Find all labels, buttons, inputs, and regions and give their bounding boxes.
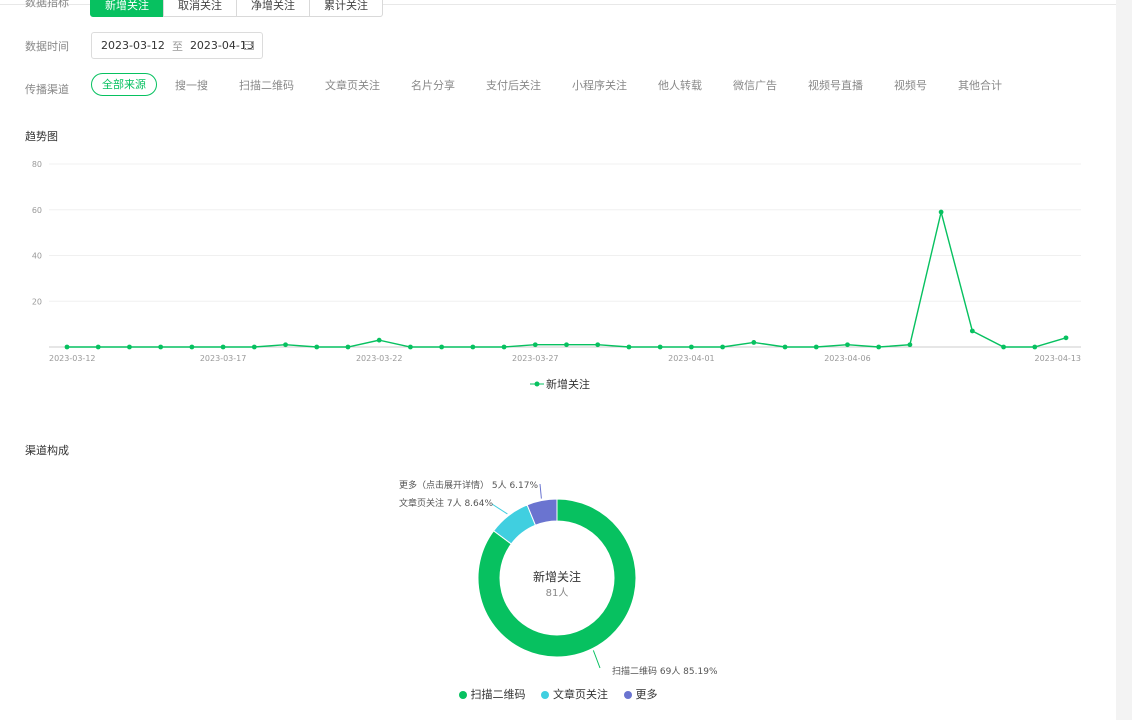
data-point bbox=[127, 344, 132, 350]
date-label: 数据时间 bbox=[25, 40, 69, 53]
x-tick-label: 2023-04-06 bbox=[824, 354, 871, 363]
data-point bbox=[64, 344, 70, 350]
x-tick-label: 2023-03-17 bbox=[200, 354, 247, 363]
channel-chip[interactable]: 视频号直播 bbox=[808, 77, 863, 93]
data-point bbox=[158, 344, 164, 350]
tab-new-follow[interactable]: 新增关注 bbox=[90, 0, 164, 17]
tab-total-follow[interactable]: 累计关注 bbox=[309, 0, 383, 17]
data-point bbox=[251, 344, 257, 350]
pie-label-qrcode[interactable]: 扫描二维码 69人 85.19% bbox=[612, 664, 718, 677]
data-point bbox=[969, 328, 975, 334]
legend-dot-icon bbox=[541, 691, 549, 699]
channel-label: 传播渠道 bbox=[25, 83, 69, 96]
y-tick-label: 80 bbox=[32, 160, 42, 169]
metric-tabs: 新增关注 取消关注 净增关注 累计关注 bbox=[90, 0, 383, 17]
channel-chip[interactable]: 支付后关注 bbox=[486, 77, 541, 93]
trend-legend[interactable]: 新增关注 bbox=[530, 376, 590, 392]
channel-filter: 全部来源 搜一搜 扫描二维码 文章页关注 名片分享 支付后关注 小程序关注 他人… bbox=[91, 73, 1033, 96]
data-point bbox=[938, 209, 944, 215]
channel-chip[interactable]: 视频号 bbox=[894, 77, 927, 93]
donut-legend: 扫描二维码 文章页关注 更多 bbox=[0, 686, 1116, 702]
channel-chip[interactable]: 搜一搜 bbox=[175, 77, 208, 93]
channel-title: 渠道构成 bbox=[25, 444, 69, 457]
data-point bbox=[95, 344, 101, 350]
data-point bbox=[626, 344, 632, 350]
x-tick-label: 2023-03-12 bbox=[49, 354, 96, 363]
data-point bbox=[314, 344, 320, 350]
date-range-picker[interactable]: 2023-03-12 至 2023-04-13 bbox=[91, 32, 263, 59]
leader-line bbox=[491, 503, 508, 515]
y-tick-label: 20 bbox=[32, 297, 42, 306]
channel-chip[interactable]: 小程序关注 bbox=[572, 77, 627, 93]
data-point bbox=[564, 342, 569, 348]
data-point bbox=[501, 344, 507, 350]
leader-line bbox=[539, 483, 542, 499]
channel-chip[interactable]: 文章页关注 bbox=[325, 77, 380, 93]
y-tick-label: 60 bbox=[32, 206, 42, 215]
legend-line-icon bbox=[530, 381, 544, 387]
leader-line bbox=[592, 650, 601, 669]
data-point bbox=[220, 344, 226, 350]
date-separator: 至 bbox=[171, 39, 183, 53]
tab-unfollow[interactable]: 取消关注 bbox=[163, 0, 237, 17]
data-point bbox=[876, 344, 882, 350]
pie-label-article[interactable]: 文章页关注 7人 8.64% bbox=[399, 496, 493, 509]
data-point bbox=[907, 342, 913, 348]
data-point bbox=[189, 344, 195, 350]
x-tick-label: 2023-03-22 bbox=[356, 354, 403, 363]
data-point bbox=[376, 337, 382, 343]
scrollbar-track[interactable] bbox=[1116, 0, 1132, 720]
tab-net-follow[interactable]: 净增关注 bbox=[236, 0, 310, 17]
trend-legend-label: 新增关注 bbox=[546, 378, 590, 391]
legend-label: 扫描二维码 bbox=[470, 688, 526, 701]
legend-item-qrcode[interactable]: 扫描二维码 bbox=[458, 688, 526, 701]
y-tick-label: 40 bbox=[32, 252, 42, 261]
data-point bbox=[470, 344, 476, 350]
channel-chip-all[interactable]: 全部来源 bbox=[91, 73, 157, 96]
data-point bbox=[688, 344, 694, 350]
x-tick-label: 2023-04-13 bbox=[1035, 354, 1082, 363]
channel-chip[interactable]: 微信广告 bbox=[733, 77, 777, 93]
data-point bbox=[751, 340, 757, 345]
pie-label-more[interactable]: 更多（点击展开详情） 5人 6.17% bbox=[399, 478, 538, 491]
data-point bbox=[1063, 335, 1069, 341]
data-point bbox=[1001, 344, 1006, 350]
channel-chip[interactable]: 名片分享 bbox=[411, 77, 455, 93]
data-point bbox=[1032, 344, 1038, 350]
channel-chip[interactable]: 他人转载 bbox=[658, 77, 702, 93]
legend-item-article[interactable]: 文章页关注 bbox=[541, 688, 608, 701]
legend-item-more[interactable]: 更多 bbox=[623, 688, 658, 701]
data-point bbox=[439, 344, 445, 350]
legend-dot-icon bbox=[458, 691, 467, 699]
channel-chip[interactable]: 其他合计 bbox=[958, 77, 1002, 93]
data-point bbox=[532, 342, 538, 348]
trend-chart: 20 40 60 80 2023-03-12 2023-03-17 2023-03-22 20… bbox=[32, 160, 1082, 363]
data-point bbox=[408, 344, 413, 350]
data-point bbox=[595, 342, 601, 348]
data-point bbox=[345, 344, 351, 350]
metric-label: 数据指标 bbox=[25, 0, 69, 9]
legend-label: 更多 bbox=[635, 688, 658, 701]
donut-center-title: 新增关注 bbox=[532, 570, 581, 584]
data-point bbox=[845, 342, 850, 348]
donut-center-total: 81人 bbox=[545, 588, 569, 599]
x-tick-label: 2023-04-01 bbox=[668, 354, 715, 363]
legend-label: 文章页关注 bbox=[553, 688, 608, 701]
data-point bbox=[782, 344, 788, 350]
data-point bbox=[813, 344, 819, 350]
legend-dot-icon bbox=[623, 691, 632, 699]
data-point bbox=[720, 344, 725, 350]
calendar-icon[interactable] bbox=[244, 41, 254, 50]
channel-chip[interactable]: 扫描二维码 bbox=[239, 77, 294, 93]
data-point bbox=[657, 344, 663, 350]
series-line-new-follow bbox=[67, 211, 1067, 348]
trend-title: 趋势图 bbox=[25, 130, 58, 143]
date-start[interactable]: 2023-03-12 bbox=[101, 39, 165, 52]
data-point bbox=[283, 342, 288, 348]
x-tick-label: 2023-03-27 bbox=[512, 354, 559, 363]
